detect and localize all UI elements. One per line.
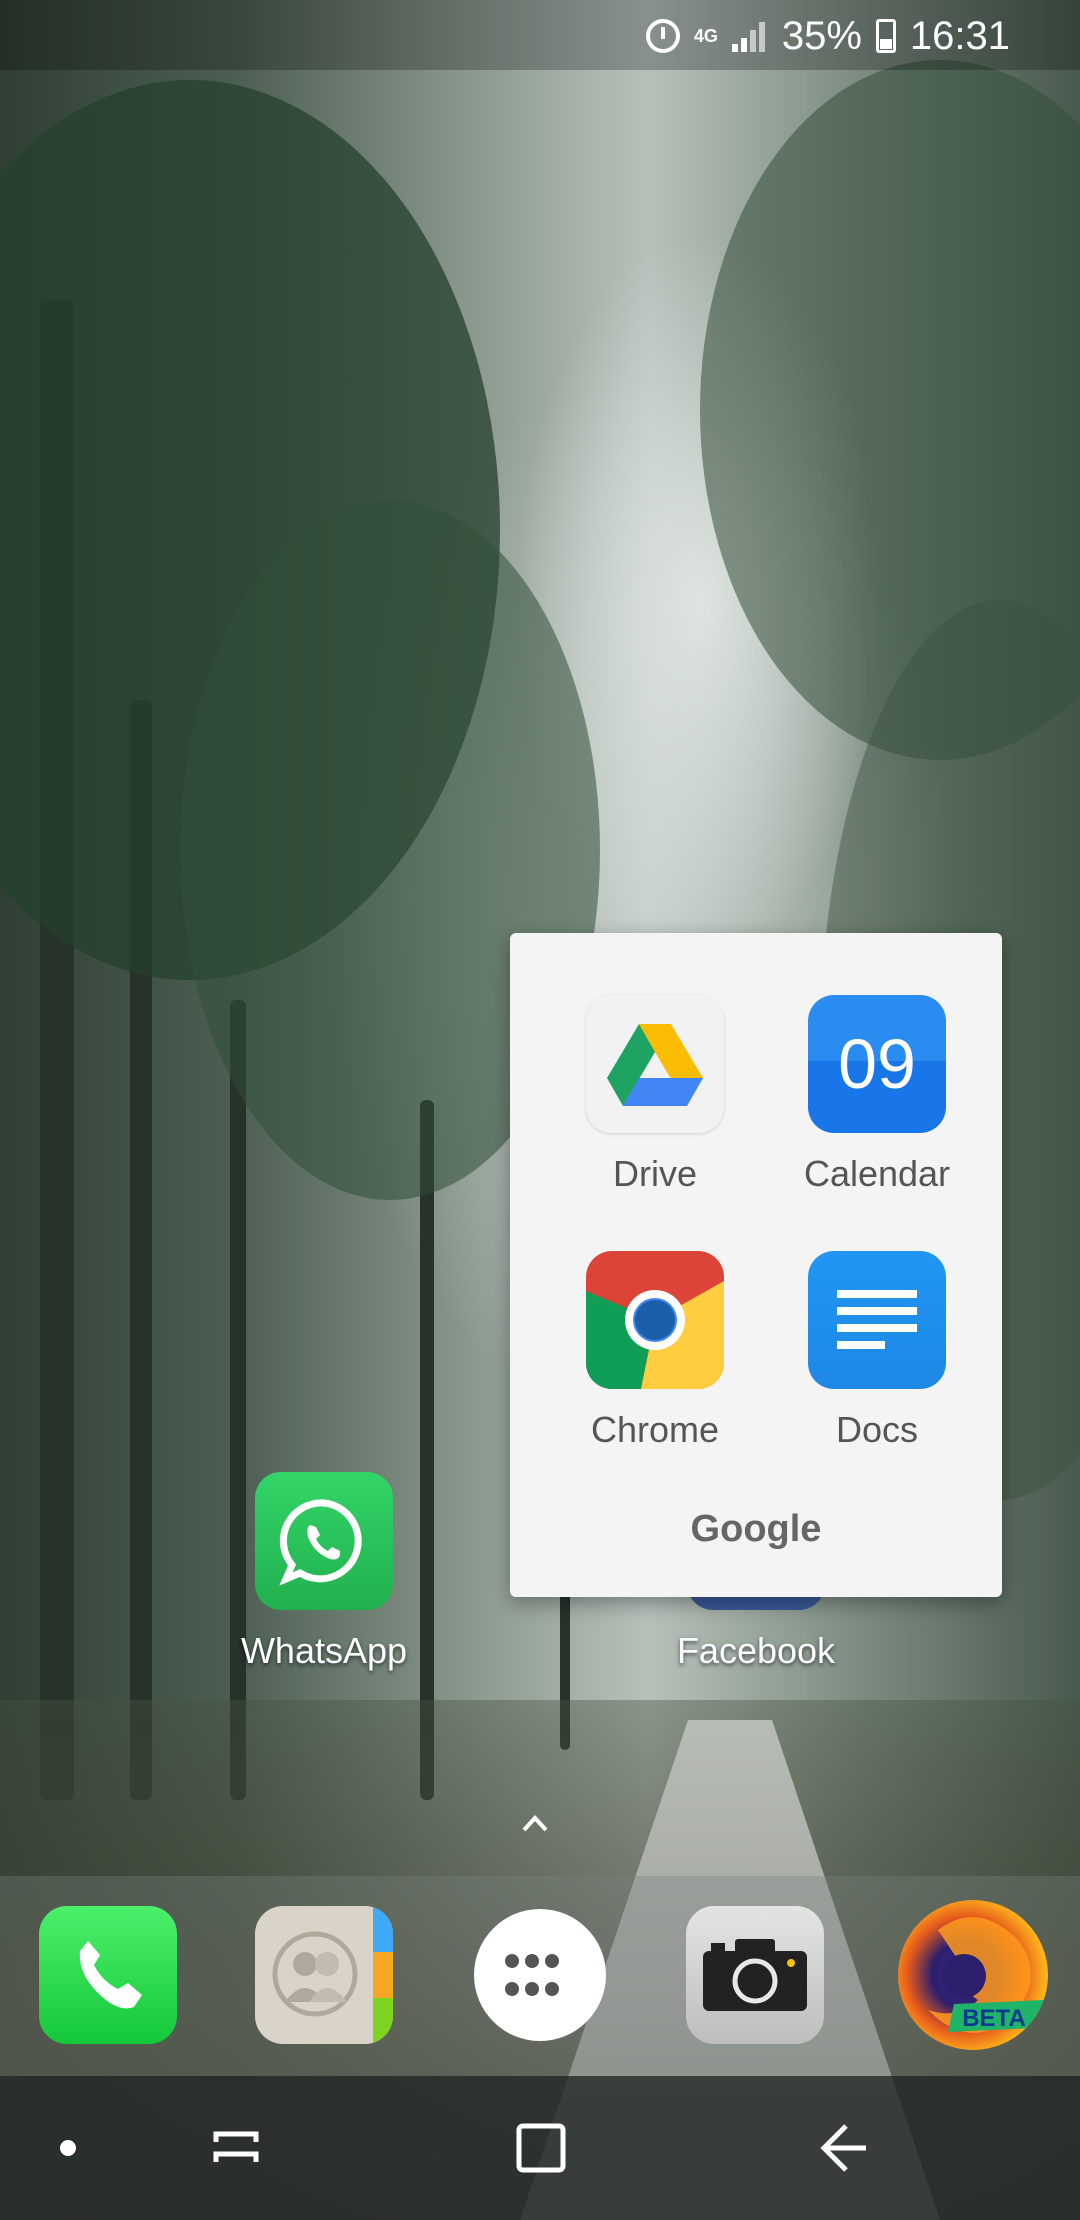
app-label: Drive xyxy=(612,1153,697,1194)
app-label: Docs xyxy=(835,1409,919,1450)
battery-icon xyxy=(875,19,896,53)
app-label: WhatsApp xyxy=(240,1630,408,1671)
app-label: Facebook xyxy=(676,1630,836,1671)
folder-app-docs[interactable]: Docs xyxy=(767,1251,987,1451)
beta-badge: BETA xyxy=(962,2005,1026,2032)
app-label: Chrome xyxy=(590,1409,720,1450)
battery-percent: 35% xyxy=(781,13,862,58)
folder-app-drive[interactable]: Drive xyxy=(545,995,765,1195)
folder-name[interactable]: Google xyxy=(510,1508,1002,1551)
navigation-bar xyxy=(0,2076,1080,2220)
calendar-date: 09 xyxy=(838,1025,916,1103)
alarm-icon xyxy=(645,19,680,53)
back-icon[interactable] xyxy=(806,2112,878,2184)
drive-icon xyxy=(586,995,724,1133)
apps-grid-icon[interactable] xyxy=(474,1909,606,2041)
app-whatsapp[interactable]: WhatsApp xyxy=(224,1472,424,1672)
chrome-icon xyxy=(586,1251,724,1389)
signal-icon xyxy=(731,20,768,52)
recents-dot-icon[interactable] xyxy=(32,2112,104,2184)
google-folder: Drive 09 Calendar Chrome Docs Google xyxy=(510,933,1002,1597)
folder-app-calendar[interactable]: 09 Calendar xyxy=(767,995,987,1195)
camera-icon[interactable] xyxy=(686,1906,824,2044)
clock: 16:31 xyxy=(909,13,1010,58)
whatsapp-icon xyxy=(255,1472,393,1610)
contacts-icon[interactable] xyxy=(255,1906,393,2044)
network-type: 4G xyxy=(693,26,718,46)
phone-icon[interactable] xyxy=(39,1906,177,2044)
recent-apps-icon[interactable] xyxy=(200,2112,272,2184)
app-label: Calendar xyxy=(803,1153,951,1194)
chevron-up-icon[interactable] xyxy=(520,1808,550,1838)
docs-icon xyxy=(808,1251,946,1389)
dock: BETA xyxy=(0,1876,1080,2076)
status-bar: 4G 35% 16:31 xyxy=(0,0,1080,70)
home-icon[interactable] xyxy=(505,2112,577,2184)
firefox-beta-icon[interactable]: BETA xyxy=(898,1900,1048,2050)
folder-app-chrome[interactable]: Chrome xyxy=(545,1251,765,1451)
calendar-icon: 09 xyxy=(808,995,946,1133)
